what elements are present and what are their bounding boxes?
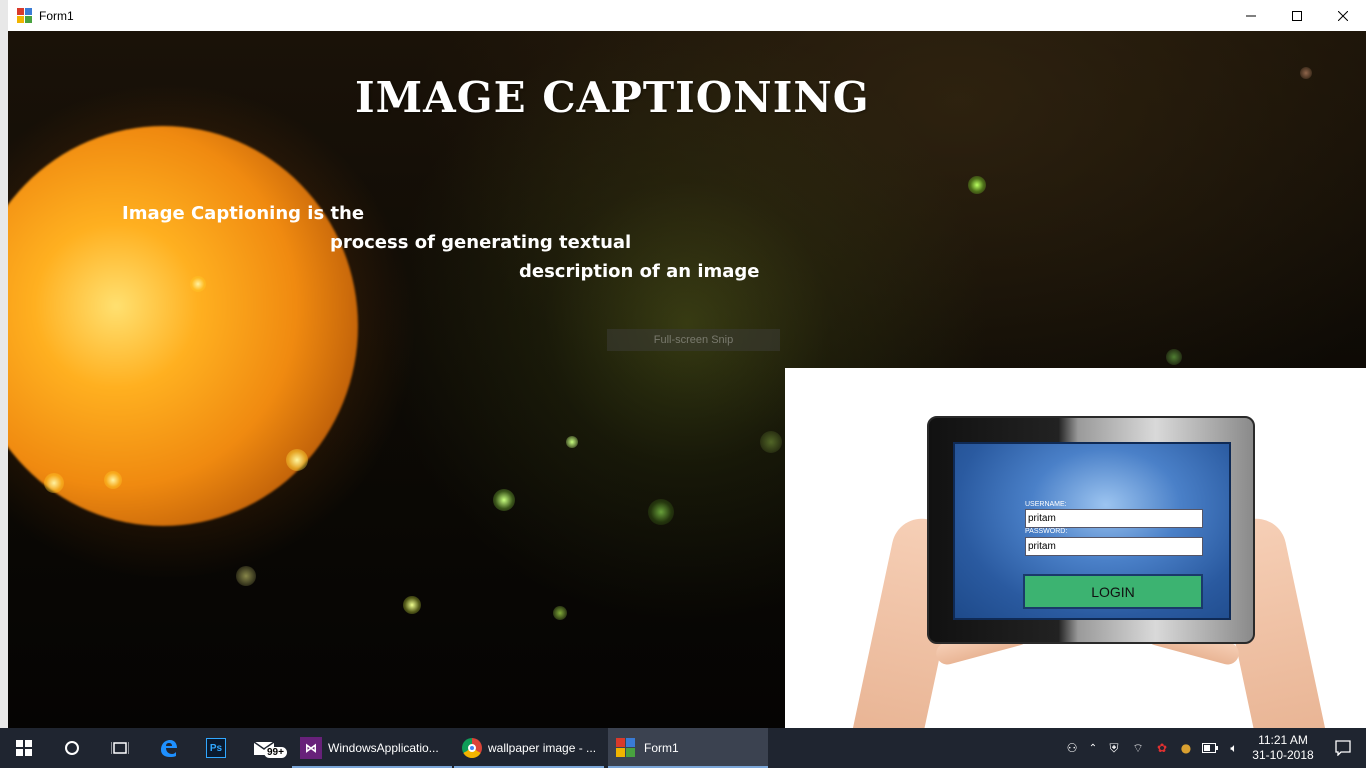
photoshop-icon: Ps <box>206 738 226 758</box>
wifi-button[interactable]: ⌔ <box>1126 728 1150 768</box>
show-hidden-icons-button[interactable]: ⌃ <box>1084 728 1102 768</box>
edge-button[interactable] <box>144 728 192 768</box>
bokeh-light <box>566 436 578 448</box>
clock-date: 31-10-2018 <box>1252 748 1314 762</box>
minimize-icon <box>1246 15 1256 16</box>
system-tray: ⚇ ⌃ ⛨ ⌔ ✿ ● 🔈︎ 11:21 AM 31-10-2018 <box>1060 728 1366 768</box>
app-tray-icon: ✿ <box>1156 741 1168 755</box>
title-bar[interactable]: Form1 <box>8 0 1366 31</box>
bokeh-light <box>44 473 64 493</box>
battery-icon <box>1202 743 1218 753</box>
username-label: USERNAME: <box>1025 501 1067 508</box>
bokeh-light <box>190 276 206 292</box>
cortana-button[interactable] <box>48 728 96 768</box>
people-button[interactable]: ⚇ <box>1060 728 1084 768</box>
caption-line-2: process of generating textual <box>330 232 632 253</box>
app-tray-button-2[interactable]: ● <box>1174 728 1198 768</box>
start-button[interactable] <box>0 728 48 768</box>
window-left-edge <box>0 0 8 728</box>
full-screen-snip-label[interactable]: Full-screen Snip <box>607 329 780 351</box>
username-field[interactable]: pritam <box>1025 509 1203 528</box>
bokeh-light <box>286 449 308 471</box>
chevron-up-icon: ⌃ <box>1088 742 1098 754</box>
volume-button[interactable]: 🔈︎ <box>1222 728 1246 768</box>
form-client-area: IMAGE CAPTIONING Image Captioning is the… <box>8 31 1366 728</box>
speaker-icon: 🔈︎ <box>1230 740 1238 755</box>
task-view-icon <box>111 742 129 754</box>
shield-icon: ⛨ <box>1109 740 1119 755</box>
taskbar-item-chrome[interactable]: wallpaper image - ... <box>454 728 604 768</box>
action-center-button[interactable] <box>1320 728 1366 768</box>
chrome-icon <box>462 738 482 758</box>
task-view-button[interactable] <box>96 728 144 768</box>
login-button[interactable]: LOGIN <box>1023 574 1203 609</box>
close-icon <box>1338 10 1348 21</box>
bokeh-light <box>1300 67 1312 79</box>
clock-time: 11:21 AM <box>1258 733 1308 747</box>
login-picture-panel: USERNAME: pritam PASSWORD: pritam LOGIN <box>785 368 1366 728</box>
taskbar-item-label: Form1 <box>644 741 679 755</box>
caption-line-3: description of an image <box>519 261 760 282</box>
photoshop-button[interactable]: Ps <box>192 728 240 768</box>
tablet-device: USERNAME: pritam PASSWORD: pritam LOGIN <box>927 416 1255 644</box>
bokeh-light <box>760 431 782 453</box>
bokeh-light <box>1166 349 1182 365</box>
taskbar: Ps 99+ ⋈ WindowsApplicatio... wallpaper … <box>0 728 1366 768</box>
cortana-circle-icon <box>65 741 79 755</box>
password-field[interactable]: pritam <box>1025 537 1203 556</box>
bokeh-light <box>648 499 674 525</box>
bokeh-light <box>104 471 122 489</box>
taskbar-item-form1[interactable]: Form1 <box>608 728 768 768</box>
visual-studio-icon: ⋈ <box>300 737 322 759</box>
bokeh-light <box>553 606 567 620</box>
maximize-button[interactable] <box>1274 0 1320 31</box>
maximize-icon <box>1292 10 1302 21</box>
form-app-icon <box>616 738 636 758</box>
password-label: PASSWORD: <box>1025 528 1068 535</box>
form1-window: Form1 IMAGE CAPTIONING Image Captioning … <box>8 0 1366 728</box>
page-title: IMAGE CAPTIONING <box>355 73 870 122</box>
notification-icon <box>1335 740 1351 756</box>
bokeh-light <box>236 566 256 586</box>
close-button[interactable] <box>1320 0 1366 31</box>
taskbar-item-visual-studio[interactable]: ⋈ WindowsApplicatio... <box>292 728 452 768</box>
bokeh-light <box>403 596 421 614</box>
minimize-button[interactable] <box>1228 0 1274 31</box>
security-tray-button[interactable]: ⛨ <box>1102 728 1126 768</box>
tablet-screen: USERNAME: pritam PASSWORD: pritam LOGIN <box>953 442 1231 620</box>
wifi-icon: ⌔ <box>1132 740 1144 755</box>
taskbar-item-label: WindowsApplicatio... <box>328 741 439 755</box>
clock[interactable]: 11:21 AM 31-10-2018 <box>1246 733 1320 763</box>
form-app-icon <box>17 7 33 24</box>
battery-button[interactable] <box>1198 728 1222 768</box>
people-icon: ⚇ <box>1066 741 1078 755</box>
app-tray-button[interactable]: ✿ <box>1150 728 1174 768</box>
notification-count-badge: 99+ <box>264 747 287 758</box>
bokeh-light <box>968 176 986 194</box>
coin-icon: ● <box>1180 741 1192 755</box>
mail-button[interactable]: 99+ <box>240 728 288 768</box>
taskbar-item-label: wallpaper image - ... <box>488 741 597 755</box>
bokeh-light <box>493 489 515 511</box>
caption-line-1: Image Captioning is the <box>122 203 365 224</box>
windows-start-icon <box>16 740 32 756</box>
edge-icon <box>161 740 177 757</box>
window-title: Form1 <box>39 8 74 23</box>
